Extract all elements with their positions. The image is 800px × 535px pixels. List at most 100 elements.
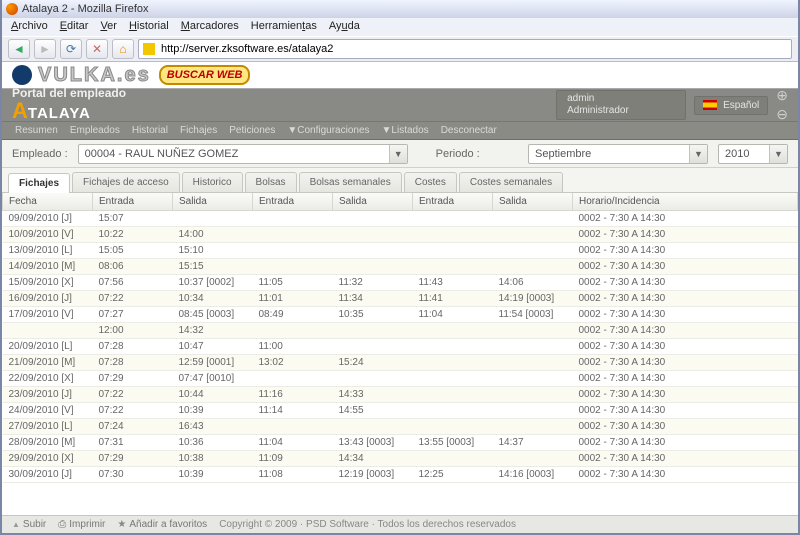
col-header[interactable]: Entrada [253,193,333,211]
menu2-item[interactable]: ▼Listados [377,123,434,138]
menu2-item[interactable]: ▼Configuraciones [282,123,374,138]
portal-subtitle: Portal del empleado [12,86,126,100]
time-cell: 07:47 [0010] [173,371,253,387]
time-cell: 11:04 [413,307,493,323]
time-cell: 07:29 [93,371,173,387]
table-row[interactable]: 20/09/2010 [L]07:2810:4711:000002 - 7:30… [3,339,798,355]
time-cell [333,259,413,275]
table-row[interactable]: 09/09/2010 [J]15:070002 - 7:30 A 14:30 [3,211,798,227]
mes-select[interactable]: Septiembre ▼ [528,144,708,164]
menu-historial[interactable]: Historial [124,18,174,36]
language-select[interactable]: Español [694,96,768,115]
tab-fichajes-de-acceso[interactable]: Fichajes de acceso [72,172,180,192]
horario-cell: 0002 - 7:30 A 14:30 [573,355,798,371]
menu2-item[interactable]: Empleados [65,123,125,138]
user-name: admin [567,93,645,105]
home-button[interactable]: ⌂ [112,39,134,59]
firefox-icon [6,3,18,15]
menu2-item[interactable]: Desconectar [436,123,502,138]
tab-bolsas[interactable]: Bolsas [245,172,297,192]
table-row[interactable]: 10/09/2010 [V]10:2214:000002 - 7:30 A 14… [3,227,798,243]
col-header[interactable]: Entrada [413,193,493,211]
tab-historico[interactable]: Historico [182,172,243,192]
menu2-item[interactable]: Resumen [10,123,63,138]
table-row[interactable]: 23/09/2010 [J]07:2210:4411:1614:330002 -… [3,387,798,403]
back-button[interactable]: ◄ [8,39,30,59]
table-row[interactable]: 29/09/2010 [X]07:2910:3811:0914:340002 -… [3,451,798,467]
user-box: admin Administrador [556,90,686,120]
time-cell: 14:34 [333,451,413,467]
time-cell: 11:43 [413,275,493,291]
imprimir-link[interactable]: Imprimir [58,519,105,530]
vulka-logo-icon [12,65,32,85]
table-row[interactable]: 17/09/2010 [V]07:2708:45 [0003]08:4910:3… [3,307,798,323]
table-row[interactable]: 22/09/2010 [X]07:2907:47 [0010]0002 - 7:… [3,371,798,387]
table-row[interactable]: 15/09/2010 [X]07:5610:37 [0002]11:0511:3… [3,275,798,291]
menu-editar[interactable]: Editar [55,18,94,36]
horario-cell: 0002 - 7:30 A 14:30 [573,275,798,291]
tab-costes[interactable]: Costes [404,172,457,192]
subir-link[interactable]: Subir [12,519,46,530]
year-select[interactable]: 2010 ▼ [718,144,788,164]
time-cell: 14:19 [0003] [493,291,573,307]
table-row[interactable]: 30/09/2010 [J]07:3010:3911:0812:19 [0003… [3,467,798,483]
col-header[interactable]: Salida [493,193,573,211]
stop-button[interactable]: ✕ [86,39,108,59]
horario-cell: 0002 - 7:30 A 14:30 [573,227,798,243]
table-row[interactable]: 14/09/2010 [M]08:0615:150002 - 7:30 A 14… [3,259,798,275]
time-cell [413,355,493,371]
menu2-item[interactable]: Historial [127,123,173,138]
browser-menubar: Archivo Editar Ver Historial Marcadores … [2,18,798,36]
table-row[interactable]: 24/09/2010 [V]07:2210:3911:1414:550002 -… [3,403,798,419]
horario-cell: 0002 - 7:30 A 14:30 [573,435,798,451]
time-cell: 15:05 [93,243,173,259]
forward-button[interactable]: ► [34,39,56,59]
table-row[interactable]: 28/09/2010 [M]07:3110:3611:0413:43 [0003… [3,435,798,451]
table-row[interactable]: 13/09/2010 [L]15:0515:100002 - 7:30 A 14… [3,243,798,259]
menu-marcadores[interactable]: Marcadores [176,18,244,36]
date-cell: 24/09/2010 [V] [3,403,93,419]
time-cell [333,339,413,355]
tab-costes-semanales[interactable]: Costes semanales [459,172,563,192]
favoritos-link[interactable]: Añadir a favoritos [117,519,207,530]
time-cell [253,211,333,227]
time-cell [253,419,333,435]
buscar-web-button[interactable]: BUSCAR WEB [159,65,251,85]
url-input[interactable] [161,43,787,55]
time-cell [333,419,413,435]
time-cell: 07:28 [93,339,173,355]
vulka-text: VULKA.es [38,64,151,87]
time-cell: 10:35 [333,307,413,323]
col-header[interactable]: Salida [333,193,413,211]
reload-button[interactable]: ⟳ [60,39,82,59]
time-cell [413,339,493,355]
time-cell: 14:16 [0003] [493,467,573,483]
col-header[interactable]: Horario/Incidencia [573,193,798,211]
time-cell: 12:19 [0003] [333,467,413,483]
zoom-in-icon[interactable]: ⊕ [776,87,788,104]
date-cell: 13/09/2010 [L] [3,243,93,259]
tab-bolsas-semanales[interactable]: Bolsas semanales [299,172,402,192]
time-cell: 08:49 [253,307,333,323]
col-header[interactable]: Entrada [93,193,173,211]
table-row[interactable]: 12:0014:320002 - 7:30 A 14:30 [3,323,798,339]
address-bar[interactable] [138,39,792,59]
menu-herramientas[interactable]: Herramientas [246,18,322,36]
menu2-item[interactable]: Peticiones [224,123,280,138]
menu2-item[interactable]: Fichajes [175,123,222,138]
table-row[interactable]: 27/09/2010 [L]07:2416:430002 - 7:30 A 14… [3,419,798,435]
tab-fichajes[interactable]: Fichajes [8,173,70,193]
menu-archivo[interactable]: Archivo [6,18,53,36]
table-row[interactable]: 21/09/2010 [M]07:2812:59 [0001]13:0215:2… [3,355,798,371]
time-cell: 14:37 [493,435,573,451]
time-cell [493,451,573,467]
menu-ayuda[interactable]: Ayuda [324,18,365,36]
time-cell [493,387,573,403]
col-header[interactable]: Salida [173,193,253,211]
time-cell: 11:34 [333,291,413,307]
table-row[interactable]: 16/09/2010 [J]07:2210:3411:0111:3411:411… [3,291,798,307]
menu-ver[interactable]: Ver [95,18,122,36]
col-header[interactable]: Fecha [3,193,93,211]
zoom-out-icon[interactable]: ⊖ [776,106,788,123]
empleado-select[interactable]: 00004 - RAUL NUÑEZ GOMEZ ▼ [78,144,408,164]
